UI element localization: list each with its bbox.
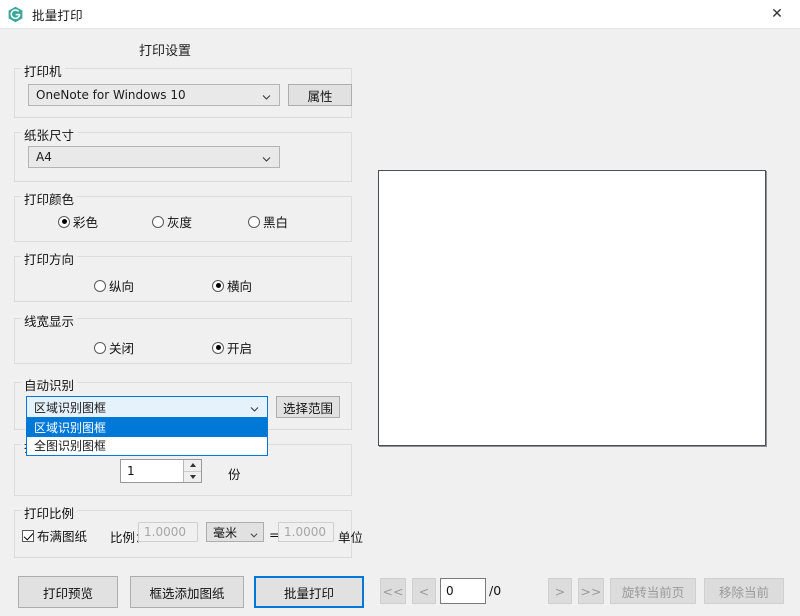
copies-value[interactable]: 1 bbox=[121, 460, 183, 482]
autodetect-group-label: 自动识别 bbox=[21, 375, 78, 394]
chevron-down-icon bbox=[250, 528, 258, 538]
autodetect-select-value: 区域识别图框 bbox=[34, 400, 107, 415]
scale-unit-label: 单位 bbox=[338, 530, 364, 545]
caret-up-icon bbox=[189, 463, 196, 468]
linewidth-group: 线宽显示 bbox=[14, 311, 352, 364]
equals-value-input[interactable]: 1.0000 bbox=[278, 522, 334, 542]
prev-page-button[interactable]: < bbox=[412, 578, 436, 604]
caret-down-icon bbox=[189, 474, 196, 479]
printer-group-label: 打印机 bbox=[21, 61, 65, 80]
print-color-group-label: 打印颜色 bbox=[21, 189, 78, 208]
radio-orientation-landscape[interactable]: 横向 bbox=[212, 276, 252, 295]
fit-to-paper-label: 布满图纸 bbox=[37, 529, 88, 544]
radio-label: 纵向 bbox=[109, 279, 135, 294]
paper-size-group-label: 纸张尺寸 bbox=[21, 125, 78, 144]
radio-linewidth-off[interactable]: 关闭 bbox=[94, 338, 134, 357]
chevron-down-icon bbox=[262, 91, 271, 100]
copies-stepper[interactable]: 1 bbox=[120, 459, 202, 483]
radio-label: 灰度 bbox=[167, 215, 193, 230]
add-drawing-button[interactable]: 框选添加图纸 bbox=[130, 576, 244, 608]
printer-select-value: OneNote for Windows 10 bbox=[36, 88, 186, 102]
copies-spinner-buttons[interactable] bbox=[183, 460, 201, 482]
page-number-input[interactable]: 0 bbox=[440, 578, 486, 604]
radio-dot-icon bbox=[94, 341, 106, 354]
radio-label: 彩色 bbox=[73, 215, 99, 230]
radio-dot-icon bbox=[58, 215, 70, 228]
linewidth-group-label: 线宽显示 bbox=[21, 311, 78, 330]
page-title: 打印设置 bbox=[138, 44, 191, 59]
select-range-button[interactable]: 选择范围 bbox=[276, 396, 340, 418]
title-bar: 批量打印 ✕ bbox=[0, 0, 800, 29]
radio-dot-icon bbox=[212, 341, 224, 354]
radio-linewidth-on[interactable]: 开启 bbox=[212, 338, 252, 357]
radio-color-grayscale[interactable]: 灰度 bbox=[152, 212, 192, 231]
scale-unit-value: 毫米 bbox=[213, 525, 238, 540]
paper-size-select-value: A4 bbox=[36, 150, 52, 164]
first-page-button[interactable]: << bbox=[380, 578, 406, 604]
copies-unit-label: 份 bbox=[228, 467, 241, 482]
remove-page-button[interactable]: 移除当前 bbox=[704, 578, 784, 604]
radio-color-color[interactable]: 彩色 bbox=[58, 212, 98, 231]
batch-print-button[interactable]: 批量打印 bbox=[254, 576, 364, 608]
radio-color-blackwhite[interactable]: 黑白 bbox=[248, 212, 288, 231]
dropdown-option-area-frame[interactable]: 区域识别图框 bbox=[27, 419, 267, 437]
print-scale-group-label: 打印比例 bbox=[21, 503, 78, 522]
orientation-group-label: 打印方向 bbox=[21, 249, 78, 268]
app-hexagon-icon bbox=[7, 6, 24, 23]
rotate-page-button[interactable]: 旋转当前页 bbox=[610, 578, 696, 604]
printer-properties-button[interactable]: 属性 bbox=[288, 84, 352, 106]
copies-decrement-button[interactable] bbox=[184, 471, 201, 482]
radio-orientation-portrait[interactable]: 纵向 bbox=[94, 276, 134, 295]
checkmark-icon bbox=[22, 529, 34, 542]
dropdown-option-full-frame[interactable]: 全图识别图框 bbox=[27, 437, 267, 455]
radio-label: 关闭 bbox=[109, 341, 135, 356]
orientation-group: 打印方向 bbox=[14, 249, 352, 302]
radio-label: 黑白 bbox=[263, 215, 289, 230]
radio-dot-icon bbox=[248, 215, 260, 228]
radio-dot-icon bbox=[152, 215, 164, 228]
printer-select[interactable]: OneNote for Windows 10 bbox=[28, 84, 280, 106]
autodetect-select[interactable]: 区域识别图框 bbox=[26, 396, 268, 418]
next-page-button[interactable]: > bbox=[548, 578, 572, 604]
ratio-input[interactable]: 1.0000 bbox=[138, 522, 198, 542]
close-icon[interactable]: ✕ bbox=[754, 0, 800, 28]
chevron-down-icon bbox=[250, 403, 259, 412]
scale-unit-select[interactable]: 毫米 bbox=[206, 522, 264, 542]
autodetect-dropdown-list[interactable]: 区域识别图框 全图识别图框 bbox=[26, 418, 268, 456]
radio-dot-icon bbox=[212, 279, 224, 292]
copies-increment-button[interactable] bbox=[184, 460, 201, 472]
radio-label: 开启 bbox=[227, 341, 253, 356]
radio-dot-icon bbox=[94, 279, 106, 292]
print-preview-button[interactable]: 打印预览 bbox=[18, 576, 118, 608]
last-page-button[interactable]: >> bbox=[578, 578, 604, 604]
radio-label: 横向 bbox=[227, 279, 253, 294]
print-preview-canvas[interactable] bbox=[378, 170, 766, 446]
window-title: 批量打印 bbox=[32, 7, 83, 23]
fit-to-paper-checkbox[interactable]: 布满图纸 bbox=[22, 526, 87, 545]
paper-size-select[interactable]: A4 bbox=[28, 146, 280, 168]
page-total-label: /0 bbox=[489, 583, 502, 598]
chevron-down-icon bbox=[262, 153, 271, 162]
